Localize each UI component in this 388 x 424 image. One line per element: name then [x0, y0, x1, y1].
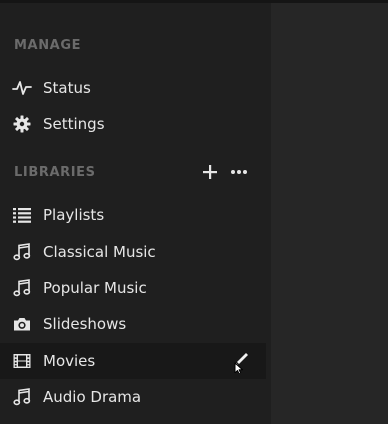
sidebar: MANAGE Status Settings LIBRARIES Playlis… [0, 3, 271, 424]
activity-icon [12, 79, 32, 97]
plus-icon[interactable] [200, 162, 220, 182]
sidebar-item-classical-music[interactable]: Classical Music [0, 234, 266, 270]
sidebar-item-playlists[interactable]: Playlists [0, 197, 266, 233]
sidebar-item-audio-drama[interactable]: Audio Drama [0, 379, 266, 415]
list-icon [12, 206, 32, 224]
sidebar-item-label: Slideshows [43, 315, 127, 333]
music-note-icon [12, 388, 32, 406]
pencil-icon[interactable] [228, 349, 252, 373]
sidebar-item-status[interactable]: Status [0, 70, 266, 106]
sidebar-item-label: Classical Music [43, 243, 156, 261]
film-icon [12, 352, 32, 370]
sidebar-item-label: Popular Music [43, 279, 147, 297]
sidebar-item-label: Playlists [43, 206, 105, 224]
manage-section-title: MANAGE [14, 38, 82, 53]
sidebar-item-popular-music[interactable]: Popular Music [0, 270, 266, 306]
music-note-icon [12, 279, 32, 297]
sidebar-item-slideshows[interactable]: Slideshows [0, 306, 266, 342]
app-window: MANAGE Status Settings LIBRARIES Playlis… [0, 0, 388, 424]
sidebar-item-label: Movies [43, 352, 96, 370]
sidebar-item-label: Audio Drama [43, 388, 142, 406]
main-content [271, 3, 388, 424]
music-note-icon [12, 243, 32, 261]
gear-icon [12, 115, 32, 133]
camera-icon [12, 315, 32, 333]
more-horizontal-icon[interactable] [229, 162, 249, 182]
sidebar-item-settings[interactable]: Settings [0, 106, 266, 142]
sidebar-item-label: Status [43, 79, 91, 97]
libraries-section-title: LIBRARIES [14, 165, 96, 180]
sidebar-item-label: Settings [43, 115, 105, 133]
sidebar-item-movies[interactable]: Movies [0, 343, 266, 379]
